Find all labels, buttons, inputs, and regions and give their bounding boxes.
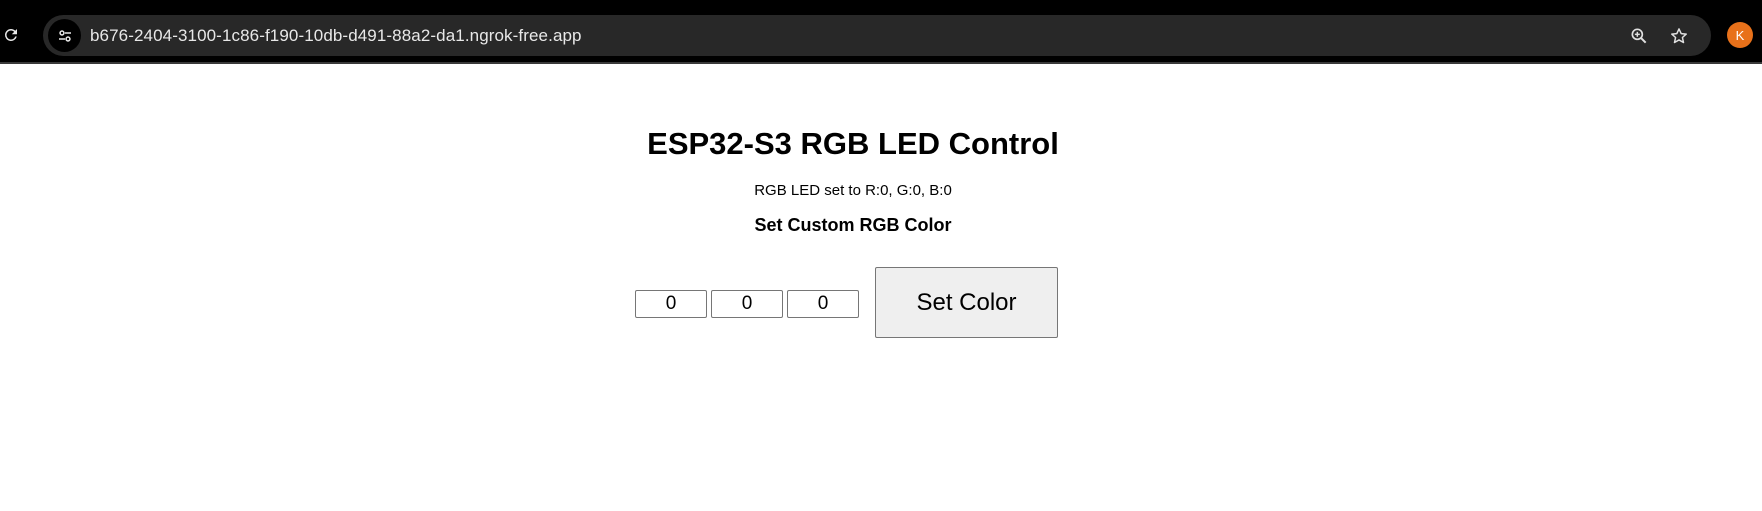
set-color-button[interactable]: Set Color [875, 267, 1058, 338]
zoom-button[interactable] [1627, 24, 1651, 48]
star-icon [1671, 28, 1687, 44]
green-input[interactable] [711, 290, 783, 318]
led-status-text: RGB LED set to R:0, G:0, B:0 [754, 182, 952, 199]
url-text[interactable]: b676-2404-3100-1c86-f190-10db-d491-88a2-… [90, 26, 582, 46]
zoom-in-icon [1631, 28, 1647, 44]
reload-icon [4, 28, 17, 41]
page-content: ESP32-S3 RGB LED Control RGB LED set to … [0, 66, 1762, 511]
bookmark-button[interactable] [1667, 24, 1691, 48]
page-title: ESP32-S3 RGB LED Control [647, 126, 1059, 161]
tune-icon [58, 29, 71, 42]
red-input[interactable] [635, 290, 707, 318]
section-heading: Set Custom RGB Color [754, 215, 952, 235]
profile-avatar[interactable]: K [1727, 22, 1753, 48]
blue-input[interactable] [787, 290, 859, 318]
reload-button[interactable] [0, 24, 22, 46]
browser-toolbar: b676-2404-3100-1c86-f190-10db-d491-88a2-… [0, 0, 1762, 64]
site-info-button[interactable] [48, 19, 81, 52]
address-bar[interactable]: b676-2404-3100-1c86-f190-10db-d491-88a2-… [43, 15, 1711, 56]
